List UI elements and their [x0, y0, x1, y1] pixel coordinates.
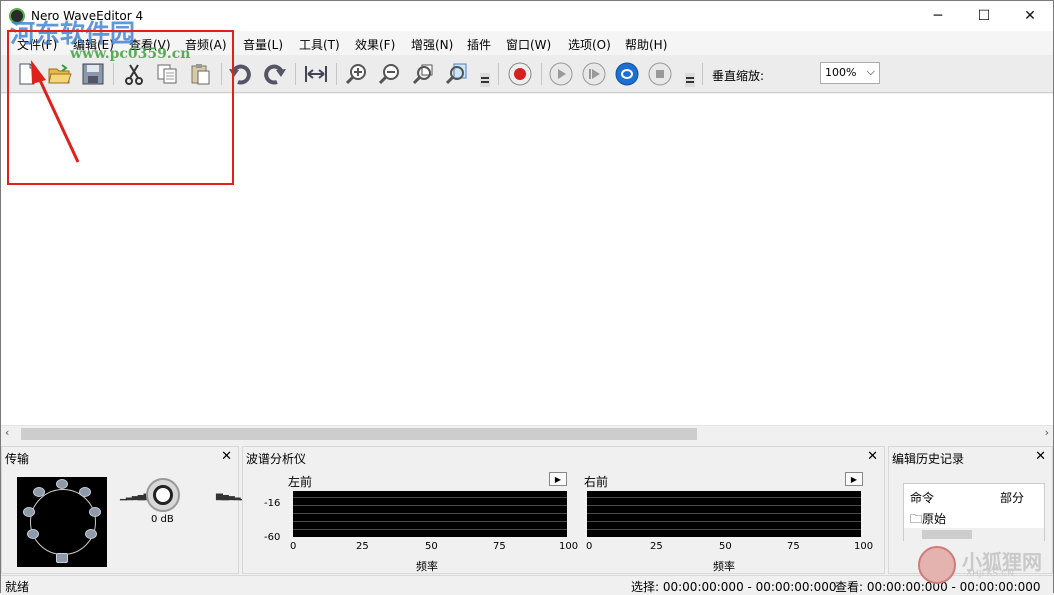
- volume-knob[interactable]: [146, 478, 180, 512]
- play-icon[interactable]: ▶: [549, 472, 567, 486]
- vertical-zoom-label: 垂直缩放:: [712, 69, 765, 83]
- scroll-left-icon[interactable]: ‹: [5, 426, 9, 439]
- fit-width-icon[interactable]: [302, 61, 330, 87]
- y-tick-label: -16: [264, 498, 281, 509]
- history-title: 编辑历史记录: [892, 452, 965, 466]
- x-tick-label: 100: [559, 541, 579, 552]
- history-row-label: 原始: [922, 512, 947, 526]
- stop-icon[interactable]: [646, 61, 674, 87]
- menu-volume[interactable]: 音量(L): [243, 36, 283, 53]
- minimize-button[interactable]: ─: [915, 1, 961, 31]
- vertical-zoom-value: 100%: [825, 66, 857, 79]
- status-ready: 就绪: [5, 580, 30, 594]
- play-icon[interactable]: ▶: [845, 472, 863, 486]
- x-tick-label: 0: [586, 541, 593, 552]
- history-column-part[interactable]: 部分: [1000, 489, 1024, 506]
- vertical-zoom-select[interactable]: 100% ⌵: [820, 62, 880, 84]
- history-scrollbar[interactable]: [904, 528, 1044, 541]
- watermark-fox-url: XHJLKS.CN: [966, 569, 1015, 579]
- jog-shuttle-wheel[interactable]: [17, 477, 107, 567]
- y-tick-label: -60: [264, 532, 281, 543]
- fox-mascot-icon: [918, 546, 956, 584]
- x-tick-label: 25: [356, 541, 369, 552]
- redo-icon[interactable]: [260, 61, 288, 87]
- spectrum-analyzer-panel: 波谱分析仪 ✕ 左前 ▶ 右前 ▶ -16 -60 0 25 50 75 100…: [242, 446, 885, 574]
- jog-button[interactable]: [85, 529, 97, 539]
- jog-button[interactable]: [56, 553, 68, 563]
- scroll-right-icon[interactable]: ›: [1045, 426, 1049, 439]
- jog-ring: [30, 489, 96, 555]
- x-tick-label: 50: [719, 541, 732, 552]
- close-icon[interactable]: ✕: [867, 449, 878, 464]
- toolbar-overflow-chevron[interactable]: [480, 73, 490, 87]
- jog-button[interactable]: [33, 487, 45, 497]
- right-channel-label: 右前: [584, 475, 609, 489]
- left-spectrum-graph: [293, 491, 567, 537]
- jog-button[interactable]: [56, 479, 68, 489]
- toolbar-overflow-chevron-2[interactable]: [685, 73, 695, 87]
- menu-tools[interactable]: 工具(T): [299, 36, 340, 53]
- record-icon[interactable]: [506, 61, 534, 87]
- x-tick-label: 25: [650, 541, 663, 552]
- x-tick-label: 75: [787, 541, 800, 552]
- menu-help[interactable]: 帮助(H): [625, 36, 667, 53]
- jog-button[interactable]: [89, 507, 101, 517]
- status-selection: 选择: 00:00:00:000 - 00:00:00:000: [631, 580, 837, 594]
- x-tick-label: 100: [854, 541, 874, 552]
- zoom-in-icon[interactable]: [342, 61, 370, 87]
- x-tick-label: 50: [425, 541, 438, 552]
- volume-db-value: 0 dB: [151, 514, 174, 525]
- right-spectrum-graph: [587, 491, 861, 537]
- zoom-all-icon[interactable]: [442, 61, 470, 87]
- spectrum-title: 波谱分析仪: [246, 452, 307, 466]
- menu-options[interactable]: 选项(O): [568, 36, 611, 53]
- history-list: 命令 部分 🗀原始: [903, 483, 1045, 541]
- close-icon[interactable]: ✕: [1035, 449, 1046, 464]
- close-icon[interactable]: ✕: [221, 449, 232, 464]
- x-tick-label: 0: [290, 541, 297, 552]
- zoom-out-icon[interactable]: [375, 61, 403, 87]
- status-bar: 就绪 选择: 00:00:00:000 - 00:00:00:000 查看: 0…: [1, 575, 1053, 594]
- horizontal-scrollbar[interactable]: ‹ ›: [1, 425, 1053, 441]
- scrollbar-thumb[interactable]: [21, 428, 697, 440]
- jog-button[interactable]: [79, 487, 91, 497]
- folder-icon: 🗀: [910, 512, 923, 526]
- title-bar: Nero WaveEditor 4 ─ ☐ ✕: [1, 1, 1053, 31]
- transport-panel: 传输 ✕ ▁▂▃▄▅ ▅▄▃▂▁ 0 dB: [1, 446, 247, 574]
- close-button[interactable]: ✕: [1007, 1, 1053, 31]
- jog-button[interactable]: [27, 529, 39, 539]
- x-axis-label: 频率: [416, 560, 438, 573]
- history-column-command[interactable]: 命令: [910, 489, 934, 506]
- chevron-down-icon: ⌵: [866, 65, 875, 78]
- menu-plugins[interactable]: 插件: [467, 36, 491, 53]
- annotation-arrow-icon: [31, 60, 80, 163]
- jog-button[interactable]: [23, 507, 35, 517]
- loop-icon[interactable]: [613, 61, 641, 87]
- maximize-button[interactable]: ☐: [961, 1, 1007, 31]
- play-selection-icon[interactable]: [580, 61, 608, 87]
- x-axis-label: 频率: [713, 560, 735, 573]
- x-tick-label: 75: [493, 541, 506, 552]
- play-icon[interactable]: [547, 61, 575, 87]
- menu-effects[interactable]: 效果(F): [355, 36, 395, 53]
- left-channel-label: 左前: [288, 475, 313, 489]
- menu-enhance[interactable]: 增强(N): [411, 36, 453, 53]
- zoom-selection-icon[interactable]: [409, 61, 437, 87]
- transport-title: 传输: [5, 452, 30, 466]
- menu-window[interactable]: 窗口(W): [506, 36, 551, 53]
